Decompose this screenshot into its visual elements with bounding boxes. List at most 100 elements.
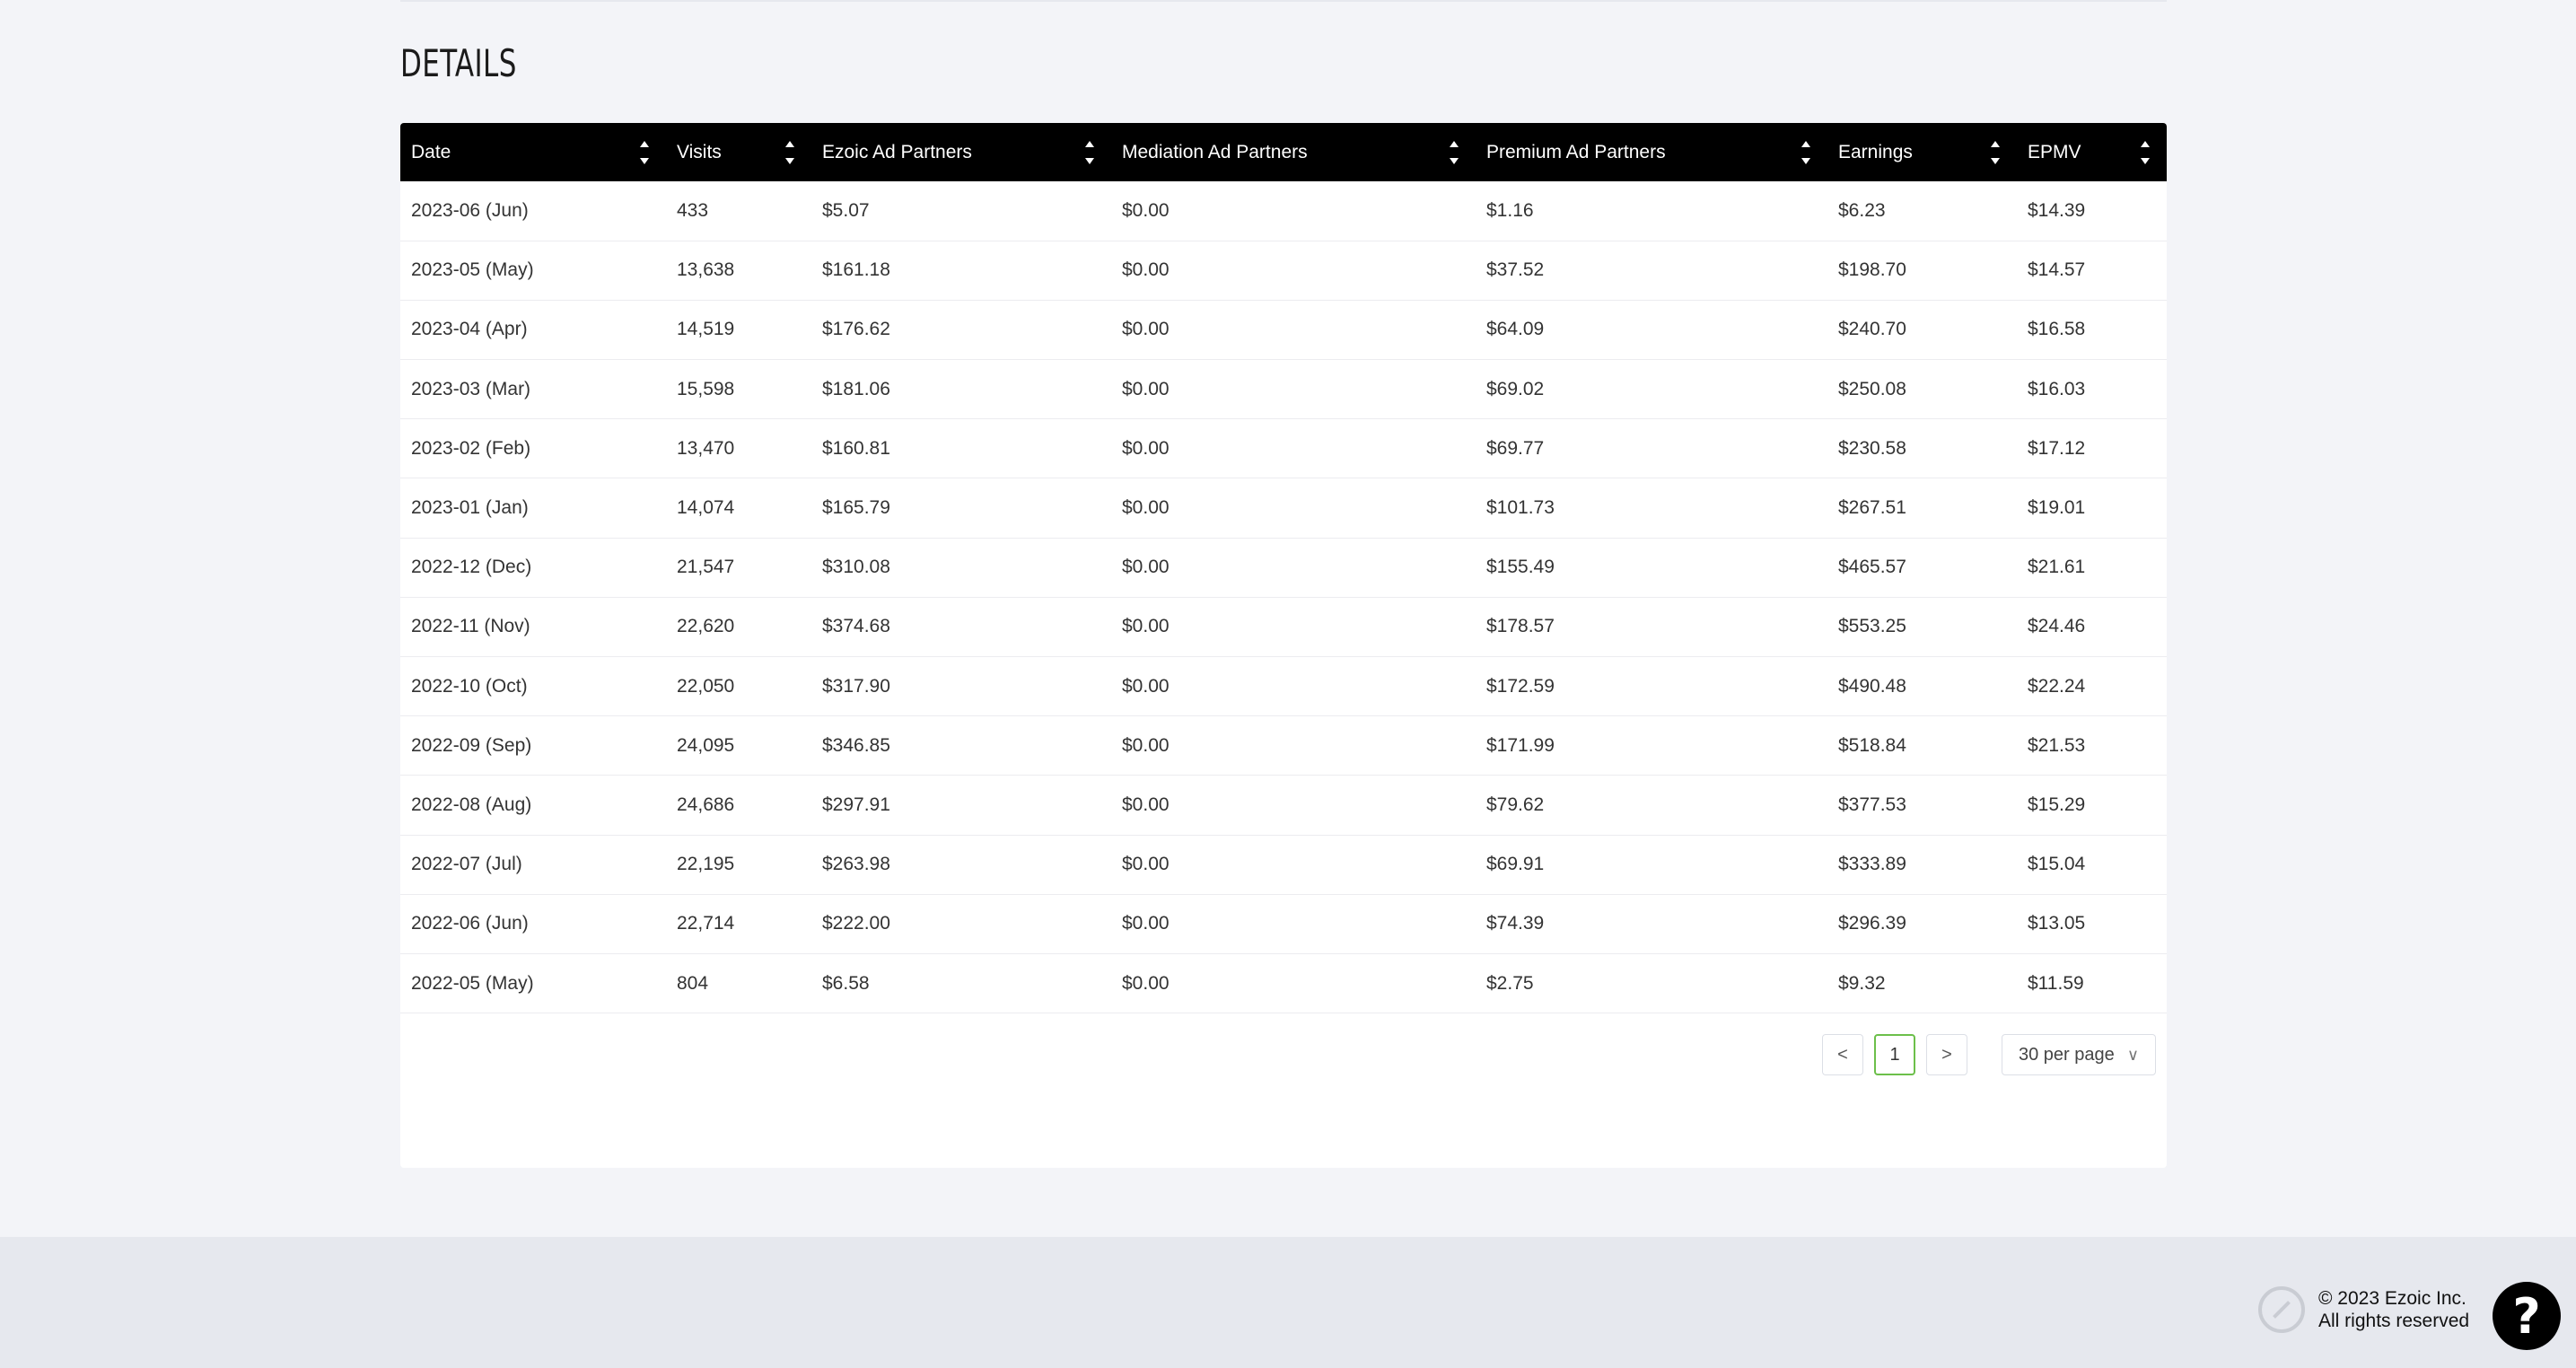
details-card: Date Visits Ezoic Ad Partners Mediation Ad … xyxy=(400,123,2167,1168)
table-row: 2022-12 (Dec) 21,547 $310.08 $0.00 $155.49 $4… xyxy=(400,538,2167,598)
table-cell: $0.00 xyxy=(1122,259,1170,281)
column-header-label: Mediation Ad Partners xyxy=(1122,141,1308,162)
previous-card-edge xyxy=(400,0,2167,2)
table-row: 2022-08 (Aug) 24,686 $297.91 $0.00 $79.62 $37… xyxy=(400,776,2167,836)
per-page-label: 30 per page xyxy=(2019,1044,2115,1065)
table-row: 2023-06 (Jun) 433 $5.07 $0.00 $1.16 $6.23 $14.… xyxy=(400,181,2167,241)
table-cell: $310.08 xyxy=(822,557,890,578)
per-page-select[interactable]: 30 per page ∨ xyxy=(2002,1034,2156,1075)
table-row: 2023-01 (Jan) 14,074 $165.79 $0.00 $101.73 $2… xyxy=(400,478,2167,539)
table-row: 2022-11 (Nov) 22,620 $374.68 $0.00 $178.57 $5… xyxy=(400,597,2167,657)
table-cell: $317.90 xyxy=(822,675,890,697)
table-cell: 21,547 xyxy=(677,557,735,578)
table-cell: $69.91 xyxy=(1486,854,1545,875)
table-cell: $19.01 xyxy=(2028,497,2086,519)
column-header[interactable]: Premium Ad Partners xyxy=(1476,123,1827,181)
table-cell: $178.57 xyxy=(1486,616,1555,637)
column-header-label: Date xyxy=(411,141,451,162)
column-header-label: EPMV xyxy=(2028,141,2081,162)
column-header[interactable]: EPMV xyxy=(2017,123,2167,181)
table-cell: $6.58 xyxy=(822,972,870,994)
table-cell: 22,620 xyxy=(677,616,735,637)
table-row: 2022-06 (Jun) 22,714 $222.00 $0.00 $74.39 $29… xyxy=(400,894,2167,954)
table-cell: $176.62 xyxy=(822,319,890,340)
table-cell: 15,598 xyxy=(677,378,735,399)
sort-icon[interactable] xyxy=(1449,140,1459,164)
table-body: 2023-06 (Jun) 433 $5.07 $0.00 $1.16 $6.23 $14.… xyxy=(400,181,2167,1013)
table-cell: 433 xyxy=(677,199,709,221)
table-cell: 24,095 xyxy=(677,734,735,756)
table-cell: $165.79 xyxy=(822,497,890,519)
table-row: 2023-04 (Apr) 14,519 $176.62 $0.00 $64.09 $24… xyxy=(400,300,2167,360)
sort-icon[interactable] xyxy=(1801,140,1811,164)
table-cell: $15.29 xyxy=(2028,794,2086,815)
copyright-line-1: © 2023 Ezoic Inc. xyxy=(2318,1288,2466,1309)
table-row: 2023-05 (May) 13,638 $161.18 $0.00 $37.52 $19… xyxy=(400,241,2167,301)
sort-icon[interactable] xyxy=(1084,140,1095,164)
table-cell: $240.70 xyxy=(1838,319,1906,340)
table-cell: 22,714 xyxy=(677,913,735,934)
ezoic-logo-icon xyxy=(2258,1286,2305,1333)
sort-icon[interactable] xyxy=(639,140,650,164)
table-cell: $0.00 xyxy=(1122,378,1170,399)
table-cell: 2022-07 (Jul) xyxy=(411,854,522,875)
page-number-button[interactable]: 1 xyxy=(1874,1034,1915,1075)
copyright-text: © 2023 Ezoic Inc. All rights reserved xyxy=(2318,1287,2469,1332)
column-header[interactable]: Ezoic Ad Partners xyxy=(811,123,1111,181)
table-cell: 2022-12 (Dec) xyxy=(411,557,532,578)
table-row: 2022-10 (Oct) 22,050 $317.90 $0.00 $172.59 $4… xyxy=(400,657,2167,716)
table-cell: 2022-10 (Oct) xyxy=(411,675,528,697)
table-cell: $553.25 xyxy=(1838,616,1906,637)
table-cell: $0.00 xyxy=(1122,913,1170,934)
column-header[interactable]: Visits xyxy=(666,123,811,181)
table-cell: $0.00 xyxy=(1122,557,1170,578)
table-cell: $16.58 xyxy=(2028,319,2086,340)
table-cell: $296.39 xyxy=(1838,913,1906,934)
column-header[interactable]: Mediation Ad Partners xyxy=(1111,123,1476,181)
table-cell: $0.00 xyxy=(1122,734,1170,756)
details-table: Date Visits Ezoic Ad Partners Mediation Ad … xyxy=(400,123,2167,1013)
column-header-label: Premium Ad Partners xyxy=(1486,141,1666,162)
prev-page-button[interactable]: < xyxy=(1822,1034,1863,1075)
sort-icon[interactable] xyxy=(2140,140,2151,164)
table-cell: $518.84 xyxy=(1838,734,1906,756)
column-header[interactable]: Earnings xyxy=(1827,123,2017,181)
table-cell: 2023-04 (Apr) xyxy=(411,319,528,340)
table-cell: $0.00 xyxy=(1122,319,1170,340)
sort-icon[interactable] xyxy=(1990,140,2001,164)
table-cell: $14.57 xyxy=(2028,259,2086,281)
table-cell: $21.61 xyxy=(2028,557,2086,578)
footer xyxy=(0,1237,2576,1368)
table-cell: $69.02 xyxy=(1486,378,1545,399)
table-cell: 24,686 xyxy=(677,794,735,815)
table-cell: $24.46 xyxy=(2028,616,2086,637)
table-cell: $171.99 xyxy=(1486,734,1555,756)
table-cell: $9.32 xyxy=(1838,972,1886,994)
table-cell: $172.59 xyxy=(1486,675,1555,697)
table-cell: 2022-09 (Sep) xyxy=(411,734,532,756)
sort-icon[interactable] xyxy=(784,140,795,164)
table-cell: $0.00 xyxy=(1122,437,1170,459)
column-header[interactable]: Date xyxy=(400,123,666,181)
copyright-line-2: All rights reserved xyxy=(2318,1311,2470,1331)
table-cell: 2023-02 (Feb) xyxy=(411,437,531,459)
table-cell: $13.05 xyxy=(2028,913,2086,934)
table-cell: 2023-06 (Jun) xyxy=(411,199,529,221)
table-cell: 22,050 xyxy=(677,675,735,697)
table-row: 2022-05 (May) 804 $6.58 $0.00 $2.75 $9.32 $11.… xyxy=(400,953,2167,1013)
table-cell: $0.00 xyxy=(1122,497,1170,519)
table-cell: $198.70 xyxy=(1838,259,1906,281)
table-cell: $69.77 xyxy=(1486,437,1545,459)
table-cell: $11.59 xyxy=(2028,972,2084,994)
table-cell: $15.04 xyxy=(2028,854,2086,875)
help-button[interactable]: ? xyxy=(2493,1282,2561,1350)
table-cell: $490.48 xyxy=(1838,675,1906,697)
table-cell: $333.89 xyxy=(1838,854,1906,875)
table-cell: $0.00 xyxy=(1122,616,1170,637)
table-cell: 14,519 xyxy=(677,319,735,340)
table-cell: $297.91 xyxy=(822,794,890,815)
table-cell: $346.85 xyxy=(822,734,890,756)
table-cell: $230.58 xyxy=(1838,437,1906,459)
column-header-label: Visits xyxy=(677,141,722,162)
next-page-button[interactable]: > xyxy=(1926,1034,1967,1075)
